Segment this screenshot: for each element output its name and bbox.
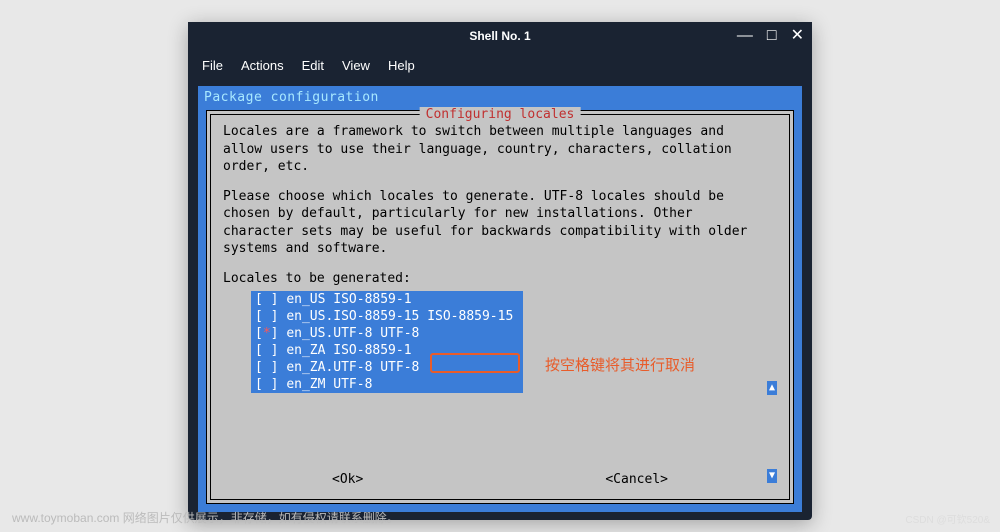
- star-icon: *: [263, 326, 271, 341]
- annotation-text: 按空格键将其进行取消: [545, 354, 695, 375]
- cancel-button[interactable]: <Cancel>: [605, 472, 668, 487]
- minimize-icon[interactable]: —: [737, 28, 753, 44]
- terminal-area: Package configuration Configuring locale…: [198, 86, 802, 512]
- scrollbar[interactable]: ▲ ▼: [767, 381, 777, 483]
- window-controls: — □ ✕: [737, 22, 804, 50]
- dialog-title: Configuring locales: [420, 107, 581, 122]
- menu-edit[interactable]: Edit: [302, 58, 324, 73]
- locale-dialog: Configuring locales Locales are a framew…: [206, 110, 794, 504]
- locale-item[interactable]: [ ] en_US ISO-8859-1: [251, 291, 523, 308]
- menu-actions[interactable]: Actions: [241, 58, 284, 73]
- locale-list[interactable]: [ ] en_US ISO-8859-1 [ ] en_US.ISO-8859-…: [251, 291, 523, 393]
- locale-item[interactable]: [ ] en_US.ISO-8859-15 ISO-8859-15: [251, 308, 523, 325]
- menu-help[interactable]: Help: [388, 58, 415, 73]
- maximize-icon[interactable]: □: [767, 28, 777, 44]
- menubar: File Actions Edit View Help: [188, 50, 812, 80]
- dialog-frame: Configuring locales Locales are a framew…: [210, 114, 790, 500]
- menu-file[interactable]: File: [202, 58, 223, 73]
- terminal-window: Shell No. 1 — □ ✕ File Actions Edit View…: [188, 22, 812, 520]
- titlebar[interactable]: Shell No. 1 — □ ✕: [188, 22, 812, 50]
- csdn-watermark: CSDN @可钦520&: [905, 511, 990, 526]
- package-config-header: Package configuration: [198, 86, 802, 109]
- scroll-track[interactable]: [767, 395, 777, 469]
- annotation-box: [430, 353, 520, 373]
- locale-item[interactable]: [ ] en_ZM UTF-8: [251, 376, 523, 393]
- locale-item-selected[interactable]: [*] en_US.UTF-8 UTF-8: [251, 325, 523, 342]
- ok-button[interactable]: <Ok>: [332, 472, 363, 487]
- menu-view[interactable]: View: [342, 58, 370, 73]
- dialog-para1: Locales are a framework to switch betwee…: [223, 123, 777, 176]
- dialog-para2: Please choose which locales to generate.…: [223, 188, 777, 258]
- watermark: www.toymoban.com 网络图片仅供展示，非存储，如有侵权请联系删除。: [12, 509, 399, 526]
- dialog-buttons: <Ok> <Cancel>: [211, 472, 789, 487]
- dialog-prompt: Locales to be generated:: [223, 270, 777, 288]
- window-title: Shell No. 1: [469, 29, 530, 43]
- close-icon[interactable]: ✕: [791, 28, 804, 44]
- scroll-up-icon[interactable]: ▲: [767, 381, 777, 395]
